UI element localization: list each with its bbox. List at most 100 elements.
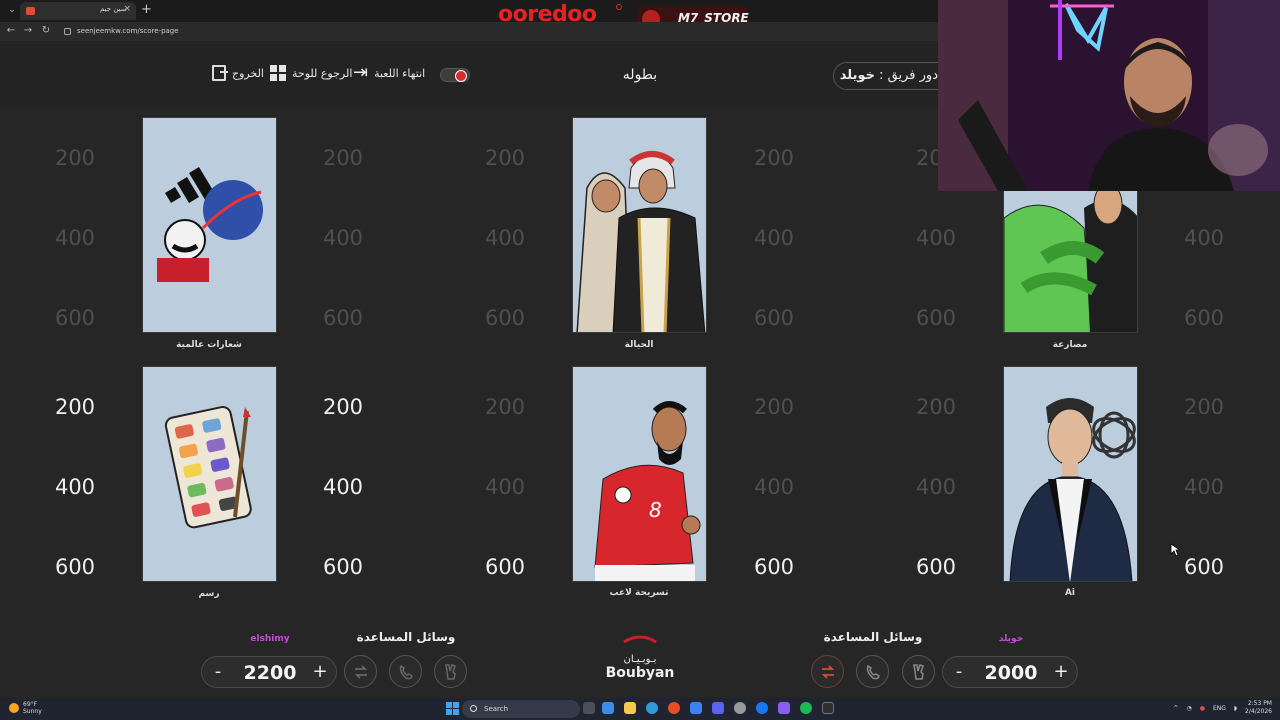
point-value[interactable]: 600 <box>45 306 105 330</box>
turn-team: خويلد <box>839 68 876 83</box>
point-value[interactable]: 400 <box>475 475 535 499</box>
system-clock[interactable]: 2:53 PM 2/4/2026 <box>1245 700 1272 716</box>
category-card-logos[interactable] <box>142 117 277 333</box>
facebook-icon[interactable] <box>756 702 768 714</box>
point-value[interactable]: 600 <box>313 306 373 330</box>
end-game-arrow-icon: ⇥ <box>353 62 369 83</box>
point-value[interactable]: 400 <box>906 475 966 499</box>
spotify-icon[interactable] <box>800 702 812 714</box>
discord-icon[interactable] <box>712 702 724 714</box>
right-team-name: خويلد <box>998 634 1024 644</box>
browser-tab[interactable]: سين جيم × <box>20 2 136 20</box>
tray-chevron-icon[interactable]: ^ <box>1173 705 1178 712</box>
right-score-minus-button[interactable]: - <box>947 660 971 684</box>
back-to-board-button[interactable]: الرجوع للوحة <box>270 65 352 81</box>
terminal-icon[interactable] <box>822 702 834 714</box>
right-score-value: 2000 <box>984 662 1038 684</box>
point-value[interactable]: 200 <box>1174 395 1234 419</box>
point-value[interactable]: 400 <box>1174 475 1234 499</box>
point-value[interactable]: 200 <box>744 146 804 170</box>
point-value[interactable]: 400 <box>475 226 535 250</box>
category-card-drawing[interactable] <box>142 366 277 582</box>
victory-hand-icon <box>913 664 924 680</box>
point-value[interactable]: 400 <box>45 226 105 250</box>
point-value[interactable]: 600 <box>475 555 535 579</box>
point-value[interactable]: 400 <box>744 475 804 499</box>
category-card-traditional[interactable] <box>572 117 707 333</box>
right-score-plus-button[interactable]: + <box>1049 660 1073 684</box>
category-label: الحيالة <box>624 340 654 350</box>
point-value[interactable]: 400 <box>313 226 373 250</box>
category-card-ai[interactable] <box>1003 366 1138 582</box>
input-language[interactable]: ENG <box>1213 705 1226 712</box>
point-value[interactable]: 600 <box>744 306 804 330</box>
traditional-men-illustration <box>573 118 706 332</box>
point-value[interactable]: 600 <box>906 555 966 579</box>
left-score-plus-button[interactable]: + <box>308 660 332 684</box>
url-field[interactable]: seenjeemkw.com/score-page <box>60 24 360 39</box>
weather-widget[interactable]: 69°F Sunny <box>9 701 42 715</box>
right-helper-double-button[interactable] <box>902 655 935 688</box>
forward-icon[interactable]: → <box>21 25 35 36</box>
point-value[interactable]: 200 <box>45 395 105 419</box>
point-value[interactable]: 600 <box>313 555 373 579</box>
right-helper-call-button[interactable] <box>856 655 889 688</box>
tab-list-icon[interactable]: ⌄ <box>4 3 20 17</box>
game-title: بطوله <box>622 67 658 83</box>
point-value[interactable]: 200 <box>475 146 535 170</box>
point-value[interactable]: 400 <box>1174 226 1234 250</box>
point-value[interactable]: 200 <box>744 395 804 419</box>
point-value[interactable]: 600 <box>744 555 804 579</box>
boubyan-logo: بـوبـيـان Boubyan <box>600 634 680 681</box>
site-info-icon[interactable] <box>64 27 71 35</box>
taskbar-search[interactable]: Search <box>462 700 580 718</box>
phone-icon <box>866 664 880 680</box>
wifi-icon[interactable]: ◔ <box>1186 705 1191 712</box>
chrome-icon[interactable] <box>668 702 680 714</box>
point-value[interactable]: 400 <box>313 475 373 499</box>
point-value[interactable]: 200 <box>313 146 373 170</box>
point-value[interactable]: 400 <box>744 226 804 250</box>
point-value[interactable]: 600 <box>906 306 966 330</box>
system-tray: ^ ◔ ● ENG ◗ 2:53 PM 2/4/2026 <box>1173 700 1272 716</box>
exit-button[interactable]: الخروج <box>212 65 264 81</box>
point-value[interactable]: 600 <box>1174 555 1234 579</box>
point-value[interactable]: 600 <box>45 555 105 579</box>
point-value[interactable]: 200 <box>45 146 105 170</box>
task-view-icon[interactable] <box>583 702 595 714</box>
reload-icon[interactable]: ↻ <box>39 25 53 36</box>
point-value[interactable]: 600 <box>475 306 535 330</box>
mic-icon[interactable]: ● <box>1200 705 1205 712</box>
swap-icon <box>354 665 368 679</box>
widgets-icon[interactable] <box>602 702 614 714</box>
left-helper-swap-button[interactable] <box>344 655 377 688</box>
left-helper-double-button[interactable] <box>434 655 467 688</box>
category-card-player-hairstyle[interactable]: 8 <box>572 366 707 582</box>
point-value[interactable]: 400 <box>906 226 966 250</box>
tab-close-icon[interactable]: × <box>123 4 131 14</box>
settings-gear-icon[interactable] <box>734 702 746 714</box>
point-value[interactable]: 200 <box>906 395 966 419</box>
edge-icon[interactable] <box>646 702 658 714</box>
back-icon[interactable]: ← <box>4 25 18 36</box>
boubyan-arabic: بـوبـيـان <box>623 654 657 665</box>
media-app-icon[interactable] <box>778 702 790 714</box>
new-tab-icon[interactable]: + <box>141 2 152 17</box>
left-helper-call-button[interactable] <box>389 655 422 688</box>
right-helper-swap-button[interactable] <box>811 655 844 688</box>
left-score-minus-button[interactable]: - <box>206 660 230 684</box>
address-bar: ← → ↻ seenjeemkw.com/score-page <box>0 22 940 41</box>
point-value[interactable]: 400 <box>45 475 105 499</box>
point-value[interactable]: 600 <box>1174 306 1234 330</box>
sound-toggle[interactable] <box>440 68 470 82</box>
store-icon[interactable] <box>690 702 702 714</box>
point-value[interactable]: 200 <box>313 395 373 419</box>
favicon-icon <box>26 7 35 15</box>
windows-start-icon[interactable] <box>446 702 459 715</box>
end-game-button[interactable]: ⇥ انتهاء اللعبة <box>353 62 425 83</box>
volume-icon[interactable]: ◗ <box>1234 705 1237 712</box>
streamer-webcam-image <box>938 0 1280 191</box>
point-value[interactable]: 200 <box>475 395 535 419</box>
phone-icon <box>399 664 413 680</box>
file-explorer-icon[interactable] <box>624 702 636 714</box>
